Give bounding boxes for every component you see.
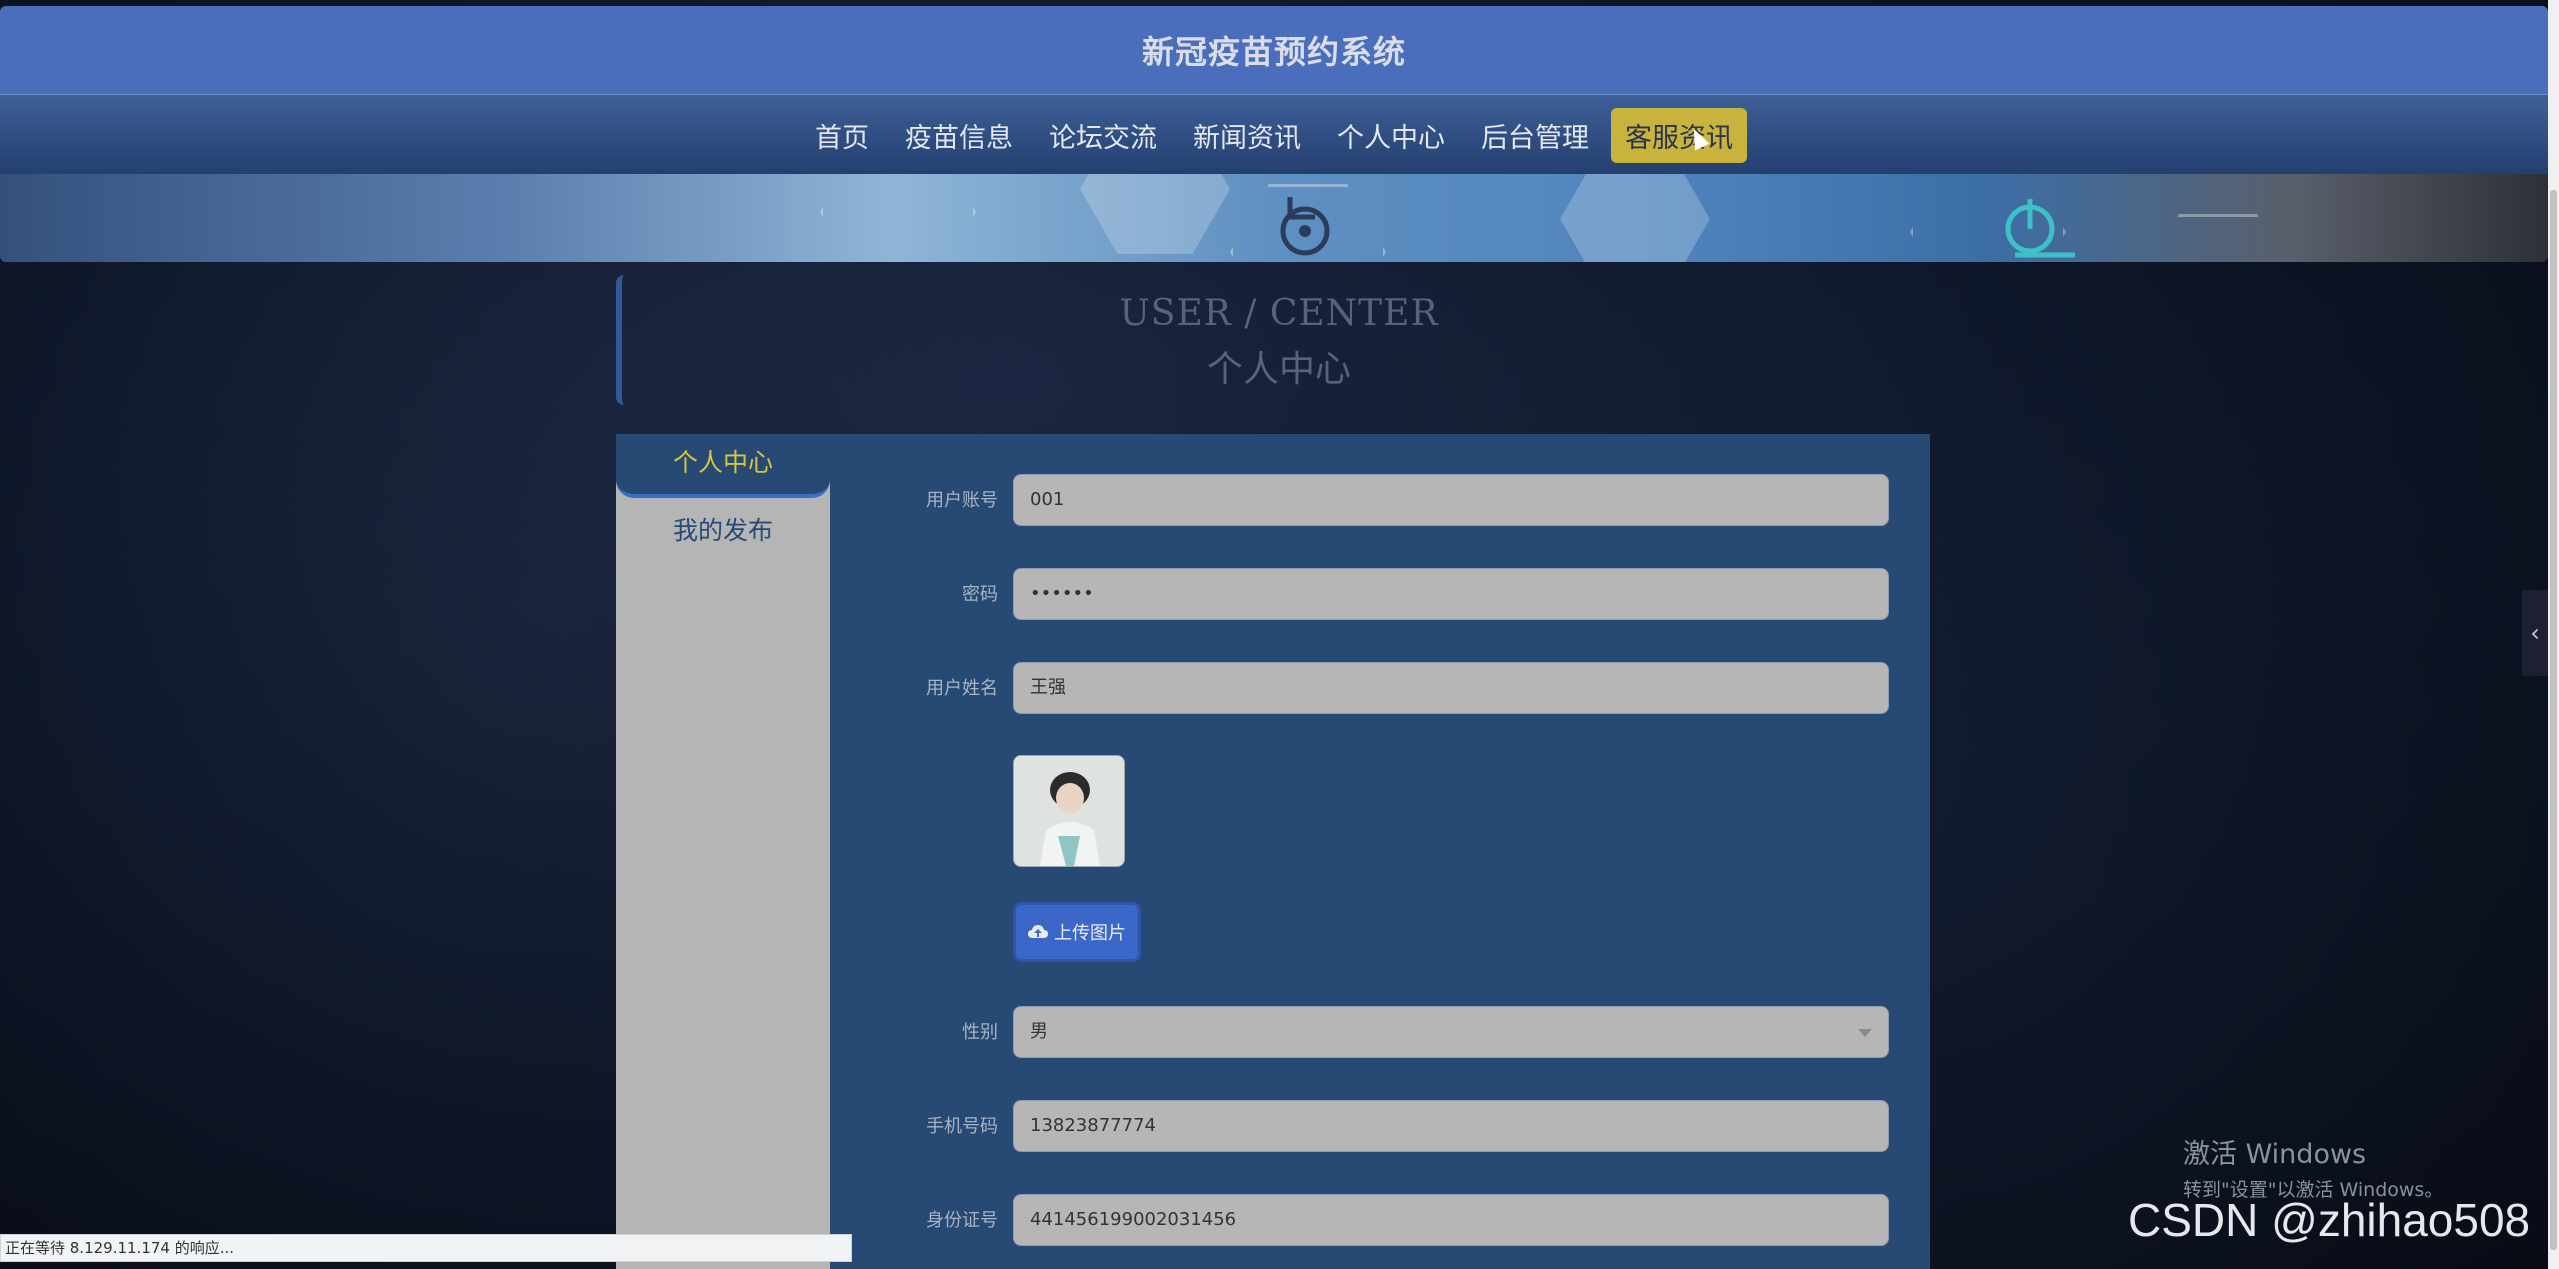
upload-image-button[interactable]: 上传图片 [1013,902,1141,962]
banner-hex-shape [1080,174,1230,254]
section-heading: USER / CENTER 个人中心 [616,275,1936,405]
username-field[interactable]: 001 [1013,474,1889,526]
site-header: 新冠疫苗预约系统 [0,6,2548,94]
nav-item-customer-service[interactable]: 客服资讯 [1611,107,1747,163]
password-field[interactable]: •••••• [1013,568,1889,620]
browser-status-bar: 正在等待 8.129.11.174 的响应... [0,1234,852,1262]
chevron-down-icon [1858,1029,1872,1037]
avatar-person-icon [1014,756,1124,866]
password-label: 密码 [962,584,998,605]
form-row-idcard: 身份证号 441456199002031456 [813,1194,1889,1248]
scrollbar-thumb[interactable] [2550,190,2557,1250]
csdn-watermark: CSDN @zhihao508 [2128,1194,2531,1246]
realname-label: 用户姓名 [926,678,998,699]
nav-item-news[interactable]: 新闻资讯 [1179,108,1315,163]
banner-hex-shape [820,174,976,262]
side-menu: 个人中心 我的发布 [616,434,830,1269]
gender-select[interactable]: 男 [1013,1006,1889,1058]
form-row-gender: 性别 男 [813,1006,1889,1060]
nav-item-user-center[interactable]: 个人中心 [1323,108,1459,163]
section-title-en: USER / CENTER [1119,293,1439,334]
nav-item-home[interactable]: 首页 [801,108,883,163]
idcard-field[interactable]: 441456199002031456 [1013,1194,1889,1246]
phone-field[interactable]: 13823877774 [1013,1100,1889,1152]
gender-selected-value: 男 [1030,1021,1048,1042]
section-title-zh: 个人中心 [1206,349,1351,390]
chevron-left-icon: ‹ [2530,619,2540,647]
username-label: 用户账号 [926,490,998,511]
gender-label: 性别 [962,1022,998,1043]
form-row-password: 密码 •••••• [813,568,1889,622]
cloud-upload-icon [1028,925,1048,938]
nav-item-vaccine-info[interactable]: 疫苗信息 [891,108,1027,163]
nav-item-forum[interactable]: 论坛交流 [1035,108,1171,163]
upload-button-label: 上传图片 [1054,923,1126,944]
form-row-realname: 用户姓名 王强 [813,662,1889,716]
nav-item-admin[interactable]: 后台管理 [1467,108,1603,163]
wheelchair-icon [1280,197,1330,256]
microscope-icon [2005,199,2075,258]
windows-activation-notice: 激活 Windows 转到"设置"以激活 Windows。 [2183,1132,2443,1202]
avatar-image [1013,755,1125,867]
banner-hex-shape [1560,174,1710,262]
side-menu-item-user-center[interactable]: 个人中心 [616,434,830,498]
side-menu-item-my-posts[interactable]: 我的发布 [616,502,830,560]
realname-field[interactable]: 王强 [1013,662,1889,714]
form-row-phone: 手机号码 13823877774 [813,1100,1889,1154]
form-row-username: 用户账号 001 [813,474,1889,528]
windows-activation-title: 激活 Windows [2183,1139,2367,1170]
banner-hex-shape [2140,214,2296,262]
main-nav: 首页 疫苗信息 论坛交流 新闻资讯 个人中心 后台管理 客服资讯 [0,94,2548,175]
collapse-toggle[interactable]: ‹ [2522,590,2548,676]
phone-label: 手机号码 [926,1116,998,1137]
banner-image [0,174,2548,262]
site-title: 新冠疫苗预约系统 [1141,33,1406,71]
